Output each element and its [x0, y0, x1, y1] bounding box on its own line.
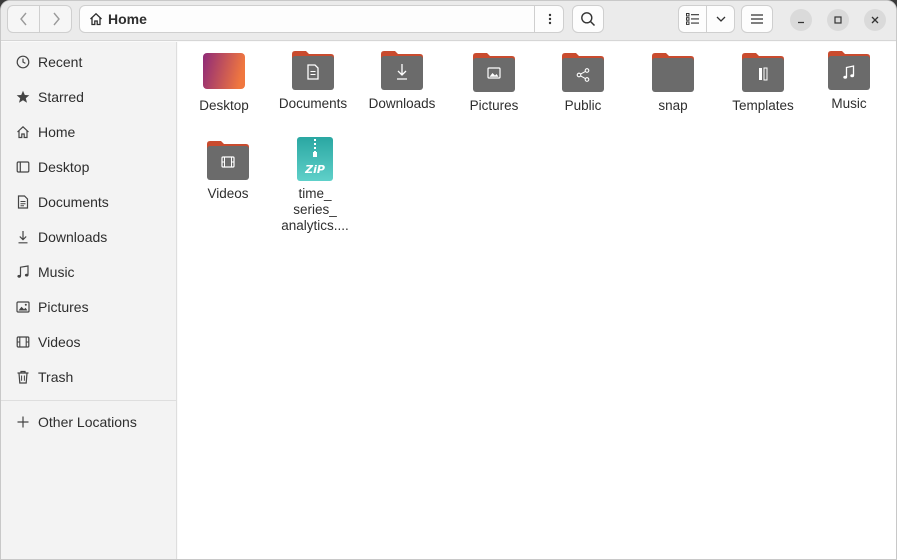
plus-icon [15, 414, 31, 430]
file-name: Documents [278, 96, 348, 111]
downloads-folder-icon [381, 51, 423, 90]
file-name: Public [564, 98, 602, 113]
view-options [678, 5, 735, 33]
hamburger-menu-icon [751, 14, 763, 24]
sidebar-item-label: Trash [38, 369, 74, 385]
header-bar: Home [1, 1, 896, 41]
file-name-line: time_ [298, 186, 332, 201]
sidebar-item-documents[interactable]: Documents [7, 186, 171, 218]
file-name: Desktop [199, 98, 249, 113]
zip-badge: ZiP [304, 163, 325, 176]
file-item-public[interactable]: Public [538, 52, 628, 114]
sidebar-item-downloads[interactable]: Downloads [7, 221, 171, 253]
minimize-button[interactable] [790, 9, 812, 31]
clock-icon [15, 54, 31, 70]
document-icon [15, 194, 31, 210]
sidebar-item-other-locations[interactable]: Other Locations [7, 406, 171, 438]
file-grid: Desktop Documents Downloads Pictures Pub… [178, 42, 896, 559]
back-button[interactable] [8, 6, 39, 32]
sidebar-item-videos[interactable]: Videos [7, 326, 171, 358]
view-dropdown-button[interactable] [706, 6, 734, 32]
forward-icon [53, 12, 60, 26]
zip-archive-icon: ZiP [297, 137, 333, 181]
chevron-down-icon [716, 16, 726, 22]
close-icon [871, 16, 879, 24]
file-manager-window: Home Recent Starred Home Desktop Documen… [0, 0, 897, 560]
list-view-icon [685, 13, 699, 25]
file-item-desktop[interactable]: Desktop [179, 52, 269, 114]
sidebar-item-label: Downloads [38, 229, 108, 245]
file-name: Pictures [469, 98, 519, 113]
sidebar-item-label: Desktop [38, 159, 90, 175]
kebab-menu-icon [548, 13, 551, 25]
search-button[interactable] [572, 5, 604, 33]
picture-icon [15, 299, 31, 315]
star-icon [15, 89, 31, 105]
desktop-folder-icon [203, 53, 245, 89]
home-icon [90, 12, 102, 26]
video-icon [15, 334, 31, 350]
desktop-icon [15, 159, 31, 175]
download-icon [15, 229, 31, 245]
sidebar-item-label: Videos [38, 334, 81, 350]
path-label: Home [108, 11, 147, 27]
file-item-documents[interactable]: Documents [268, 50, 358, 112]
file-name-line: analytics.... [281, 218, 349, 233]
sidebar-item-label: Documents [38, 194, 109, 210]
pictures-folder-icon [473, 53, 515, 92]
file-item-snap[interactable]: snap [628, 52, 718, 114]
music-icon [15, 264, 31, 280]
forward-button[interactable] [39, 6, 71, 32]
sidebar-separator [1, 400, 177, 401]
videos-folder-icon [207, 141, 249, 180]
minimize-icon [798, 21, 804, 24]
file-name: time_ series_ analytics.... [270, 186, 360, 234]
main-menu-button[interactable] [741, 5, 773, 33]
public-folder-icon [562, 53, 604, 92]
list-view-button[interactable] [679, 6, 706, 32]
sidebar-item-label: Recent [38, 54, 83, 70]
sidebar-item-desktop[interactable]: Desktop [7, 151, 171, 183]
sidebar-item-label: Starred [38, 89, 84, 105]
snap-folder-icon [652, 53, 694, 92]
maximize-icon [834, 16, 842, 24]
back-icon [19, 12, 27, 26]
search-icon [581, 12, 596, 27]
sidebar-item-home[interactable]: Home [7, 116, 171, 148]
sidebar-item-label: Home [38, 124, 76, 140]
file-name-line: series_ [293, 202, 337, 217]
file-name: Music [831, 96, 867, 111]
home-icon [15, 124, 31, 140]
file-item-zip[interactable]: ZiP time_ series_ analytics.... [270, 136, 360, 234]
templates-folder-icon [742, 53, 784, 92]
sidebar-item-trash[interactable]: Trash [7, 361, 171, 393]
music-folder-icon [828, 51, 870, 90]
documents-folder-icon [292, 51, 334, 90]
sidebar: Recent Starred Home Desktop Documents Do… [1, 42, 177, 559]
file-item-pictures[interactable]: Pictures [449, 52, 539, 114]
sidebar-item-music[interactable]: Music [7, 256, 171, 288]
sidebar-item-recent[interactable]: Recent [7, 46, 171, 78]
file-item-downloads[interactable]: Downloads [357, 50, 447, 112]
file-name: Templates [732, 98, 794, 113]
close-button[interactable] [864, 9, 886, 31]
sidebar-item-label: Pictures [38, 299, 89, 315]
file-name: Downloads [368, 96, 436, 111]
trash-icon [15, 369, 31, 385]
sidebar-item-starred[interactable]: Starred [7, 81, 171, 113]
path-home-button[interactable]: Home [80, 6, 534, 32]
sidebar-item-label: Music [38, 264, 75, 280]
path-options-button[interactable] [534, 6, 564, 32]
file-name: Videos [207, 186, 249, 201]
file-name: snap [658, 98, 688, 113]
file-item-templates[interactable]: Templates [718, 52, 808, 114]
maximize-button[interactable] [827, 9, 849, 31]
path-bar: Home [79, 5, 564, 33]
file-item-videos[interactable]: Videos [183, 140, 273, 202]
file-item-music[interactable]: Music [804, 50, 894, 112]
navigation-buttons [7, 5, 72, 33]
sidebar-item-label: Other Locations [38, 414, 137, 430]
sidebar-item-pictures[interactable]: Pictures [7, 291, 171, 323]
